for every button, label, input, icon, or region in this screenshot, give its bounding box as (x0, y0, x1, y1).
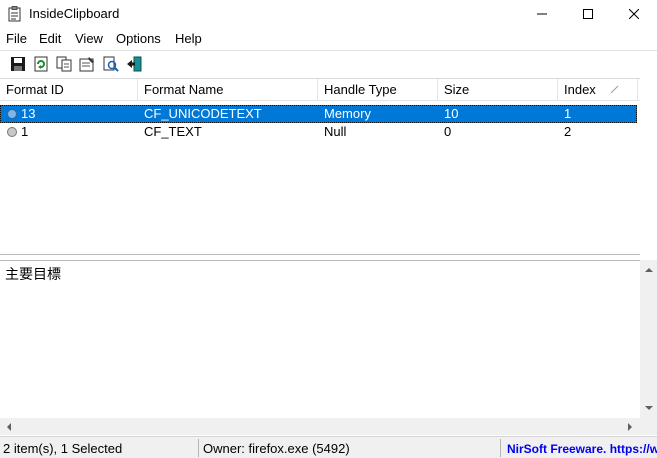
format-bullet-icon (7, 127, 17, 137)
cell-handle-type: Null (324, 124, 347, 139)
close-icon (629, 9, 639, 19)
format-bullet-icon (7, 109, 17, 119)
nirsoft-link[interactable]: NirSoft Freeware. https://www.nirsoft.ne… (507, 442, 657, 456)
cell-format-name: CF_UNICODETEXT (144, 106, 262, 121)
menu-options[interactable]: Options (116, 31, 161, 46)
clipboard-content-text: 主要目標 (5, 267, 61, 283)
scroll-down-icon[interactable] (645, 404, 653, 412)
cell-format-id: 1 (21, 124, 29, 139)
column-header-size[interactable]: Size (438, 79, 558, 101)
menu-bar: File Edit View Options Help (0, 28, 657, 49)
vertical-scrollbar[interactable] (640, 260, 657, 418)
title-bar: InsideClipboard (0, 0, 657, 28)
refresh-icon (34, 56, 47, 71)
menu-edit[interactable]: Edit (39, 31, 61, 46)
menu-view[interactable]: View (75, 31, 103, 46)
cell-format-name: CF_TEXT (144, 124, 202, 139)
column-header-index[interactable]: Index (558, 79, 638, 101)
maximize-button[interactable] (565, 0, 611, 28)
cell-index: 2 (564, 124, 572, 139)
scroll-left-icon[interactable] (5, 423, 13, 431)
cell-index: 1 (564, 106, 572, 121)
horizontal-scrollbar[interactable] (0, 418, 640, 435)
save-icon (10, 56, 25, 71)
column-header-format-name[interactable]: Format Name (138, 79, 318, 101)
exit-button[interactable] (124, 54, 143, 73)
exit-icon (126, 56, 141, 71)
refresh-button[interactable] (31, 54, 50, 73)
clipboard-format-list[interactable]: Format ID Format Name Handle Type Size I… (0, 78, 640, 255)
copy-icon (56, 56, 71, 71)
toolbar (0, 50, 657, 76)
menu-help[interactable]: Help (175, 31, 202, 46)
close-button[interactable] (611, 0, 657, 28)
clipboard-content-pane[interactable]: 主要目標 (0, 260, 640, 418)
properties-button[interactable] (77, 54, 96, 73)
status-bar: 2 item(s), 1 Selected Owner: firefox.exe… (0, 436, 657, 458)
scroll-right-icon[interactable] (626, 423, 634, 431)
cell-format-id: 13 (21, 106, 36, 121)
properties-icon (79, 56, 94, 71)
list-header: Format ID Format Name Handle Type Size I… (0, 79, 640, 101)
cell-size: 10 (444, 106, 459, 121)
table-row[interactable]: 13 CF_UNICODETEXT Memory 10 1 (0, 105, 637, 123)
column-header-handle-type[interactable]: Handle Type (318, 79, 438, 101)
find-icon (103, 56, 119, 72)
table-row[interactable]: 1 CF_TEXT Null 0 2 (0, 123, 637, 141)
nirsoft-link-clip: NirSoft Freeware. https://www.nirsoft.ne… (505, 437, 657, 458)
window-title: InsideClipboard (29, 6, 120, 21)
copy-button[interactable] (54, 54, 73, 73)
scroll-up-icon[interactable] (645, 266, 653, 274)
status-divider (500, 439, 501, 457)
cell-size: 0 (444, 124, 452, 139)
status-item-count: 2 item(s), 1 Selected (3, 441, 123, 456)
clipboard-app-icon (8, 6, 22, 22)
minimize-icon (537, 13, 547, 15)
status-owner: Owner: firefox.exe (5492) (203, 441, 350, 456)
status-divider (198, 439, 199, 457)
minimize-button[interactable] (519, 0, 565, 28)
scrollbar-corner (640, 418, 657, 435)
maximize-icon (583, 9, 593, 19)
list-right-margin (640, 78, 657, 255)
sort-ascending-icon (610, 85, 619, 94)
save-button[interactable] (8, 54, 27, 73)
menu-file[interactable]: File (6, 31, 27, 46)
find-button[interactable] (101, 54, 120, 73)
cell-handle-type: Memory (324, 106, 371, 121)
column-header-format-id[interactable]: Format ID (0, 79, 138, 101)
